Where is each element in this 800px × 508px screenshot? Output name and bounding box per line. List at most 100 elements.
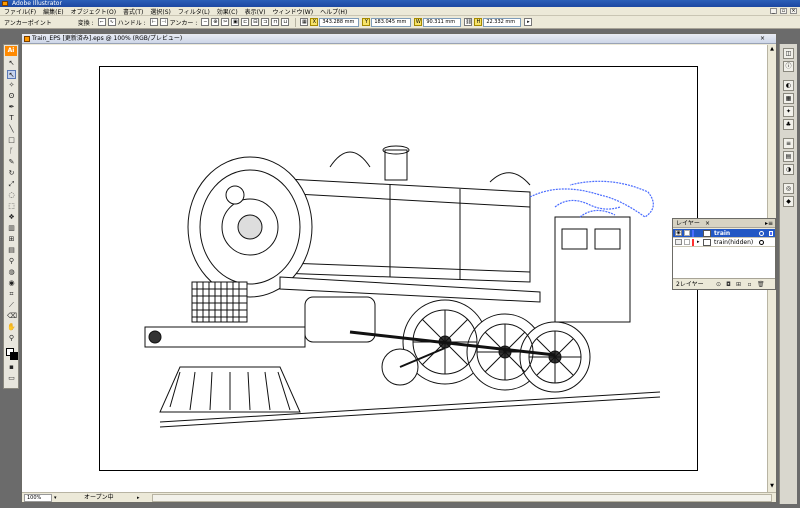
- layer-row[interactable]: ▸ train(hidden): [673, 238, 775, 247]
- convert-smooth-icon[interactable]: ∿: [107, 18, 116, 26]
- layers-tab-label[interactable]: レイヤー: [676, 220, 700, 227]
- type-tool-icon[interactable]: T: [7, 114, 16, 123]
- symbol-sprayer-tool-icon[interactable]: ❖: [7, 213, 16, 222]
- scroll-up-icon[interactable]: ▲: [769, 46, 775, 52]
- zoom-field[interactable]: 100%: [24, 494, 52, 502]
- align-center-icon[interactable]: ⊟: [251, 18, 260, 26]
- convert-corner-icon[interactable]: ⌐: [97, 18, 106, 26]
- lasso-tool-icon[interactable]: ʘ: [7, 92, 16, 101]
- layers-panel-header[interactable]: レイヤー: [673, 219, 775, 228]
- eraser-tool-icon[interactable]: ⌫: [7, 312, 17, 321]
- document-close-icon[interactable]: ×: [760, 34, 765, 44]
- menu-select[interactable]: 選択(S): [150, 7, 171, 16]
- scale-tool-icon[interactable]: ⤢: [7, 180, 16, 189]
- column-graph-tool-icon[interactable]: ▥: [7, 224, 16, 233]
- selection-tool-icon[interactable]: ↖: [7, 59, 16, 68]
- gradient-panel-icon[interactable]: ▤: [783, 151, 794, 162]
- reference-point-icon[interactable]: ▦: [300, 18, 309, 26]
- graphic-styles-panel-icon[interactable]: ◆: [783, 196, 794, 207]
- menu-help[interactable]: ヘルプ(H): [320, 7, 347, 16]
- lock-toggle[interactable]: [684, 230, 690, 236]
- delete-layer-icon[interactable]: 🗑: [757, 281, 765, 288]
- mesh-tool-icon[interactable]: ⊞: [7, 235, 16, 244]
- paintbrush-tool-icon[interactable]: ᚪ: [7, 147, 16, 156]
- eyedropper-tool-icon[interactable]: ⚲: [7, 257, 16, 266]
- magic-wand-tool-icon[interactable]: ✧: [7, 81, 16, 90]
- new-sublayer-icon[interactable]: ⊞: [735, 281, 742, 288]
- color-mode-icon[interactable]: ▪: [7, 363, 16, 372]
- expand-triangle-icon[interactable]: ▸: [697, 238, 700, 247]
- free-transform-tool-icon[interactable]: ⬚: [7, 202, 16, 211]
- hand-tool-icon[interactable]: ✋: [7, 323, 16, 332]
- brushes-panel-icon[interactable]: ✦: [783, 106, 794, 117]
- layers-close-icon[interactable]: ×: [705, 219, 710, 228]
- layer-target-icon[interactable]: [759, 231, 764, 236]
- warp-tool-icon[interactable]: ◌: [7, 191, 16, 200]
- document-tab[interactable]: Train_EPS [更新済み].eps @ 100% (RGB/プレビュー) …: [22, 34, 776, 44]
- status-menu-icon[interactable]: ▸: [137, 494, 140, 503]
- gradient-tool-icon[interactable]: ▤: [7, 246, 16, 255]
- canvas[interactable]: [22, 45, 767, 492]
- new-layer-icon[interactable]: ▫: [746, 281, 753, 288]
- h-field[interactable]: 22.332 mm: [483, 17, 522, 27]
- constrain-link-icon[interactable]: ⛓: [464, 18, 473, 26]
- screen-mode-icon[interactable]: ▭: [7, 374, 16, 383]
- info-panel-icon[interactable]: ⓘ: [783, 61, 794, 72]
- direct-selection-tool-icon[interactable]: ↖: [7, 70, 16, 79]
- layer-target-icon[interactable]: [759, 240, 764, 245]
- remove-anchor-icon[interactable]: −: [201, 18, 210, 26]
- lock-toggle[interactable]: [684, 239, 690, 245]
- live-paint-tool-icon[interactable]: ◉: [7, 279, 16, 288]
- visibility-eye-icon[interactable]: ◉: [675, 230, 682, 236]
- symbols-panel-icon[interactable]: ♣: [783, 119, 794, 130]
- close-icon[interactable]: ×: [790, 8, 797, 14]
- cut-path-icon[interactable]: ✂: [221, 18, 230, 26]
- align-bottom-icon[interactable]: ⊔: [281, 18, 290, 26]
- menu-filter[interactable]: フィルタ(L): [178, 7, 210, 16]
- line-tool-icon[interactable]: ╲: [7, 125, 16, 134]
- stroke-panel-icon[interactable]: ≡: [783, 138, 794, 149]
- zoom-tool-icon[interactable]: ⚲: [7, 334, 16, 343]
- show-handles-icon[interactable]: ⊢: [149, 18, 158, 26]
- rotate-tool-icon[interactable]: ↻: [7, 169, 16, 178]
- horizontal-scrollbar[interactable]: [152, 494, 772, 502]
- blend-tool-icon[interactable]: ◍: [7, 268, 16, 277]
- stroke-color-swatch[interactable]: [10, 352, 18, 360]
- menu-edit[interactable]: 編集(E): [43, 7, 63, 16]
- menu-window[interactable]: ウィンドウ(W): [272, 7, 313, 16]
- menu-view[interactable]: 表示(V): [245, 7, 266, 16]
- navigator-panel-icon[interactable]: ◫: [783, 48, 794, 59]
- isolate-icon[interactable]: ▣: [231, 18, 240, 26]
- y-field[interactable]: 183.045 mm: [371, 17, 412, 27]
- restore-icon[interactable]: ▫: [780, 8, 787, 14]
- transparency-panel-icon[interactable]: ◑: [783, 164, 794, 175]
- menu-file[interactable]: ファイル(F): [4, 7, 36, 16]
- menu-effect[interactable]: 効果(C): [217, 7, 238, 16]
- slice-tool-icon[interactable]: ⟋: [7, 301, 16, 310]
- layer-row[interactable]: ◉ train: [673, 229, 775, 238]
- swatches-panel-icon[interactable]: ▦: [783, 93, 794, 104]
- menu-object[interactable]: オブジェクト(O): [71, 7, 116, 16]
- crop-area-tool-icon[interactable]: ⌗: [7, 290, 16, 299]
- w-field[interactable]: 90.311 mm: [423, 17, 462, 27]
- minimize-icon[interactable]: _: [770, 8, 777, 14]
- scroll-down-icon[interactable]: ▼: [769, 483, 775, 489]
- zoom-dropdown-icon[interactable]: ▾: [54, 494, 57, 503]
- align-right-icon[interactable]: ⊐: [261, 18, 270, 26]
- x-field[interactable]: 343.288 mm: [319, 17, 360, 27]
- rectangle-tool-icon[interactable]: □: [7, 136, 16, 145]
- pencil-tool-icon[interactable]: ✎: [7, 158, 16, 167]
- visibility-eye-icon[interactable]: [675, 239, 682, 245]
- appearance-panel-icon[interactable]: ◎: [783, 183, 794, 194]
- clipping-mask-icon[interactable]: ◘: [725, 281, 732, 288]
- hide-handles-icon[interactable]: ⊣: [159, 18, 168, 26]
- color-panel-icon[interactable]: ◐: [783, 80, 794, 91]
- align-left-icon[interactable]: ⊏: [241, 18, 250, 26]
- pen-tool-icon[interactable]: ✒: [7, 103, 16, 112]
- align-top-icon[interactable]: ⊓: [271, 18, 280, 26]
- locate-object-icon[interactable]: ⊙: [715, 281, 722, 288]
- connect-anchor-icon[interactable]: ⊕: [211, 18, 220, 26]
- menu-type[interactable]: 書式(T): [123, 7, 143, 16]
- transform-options-icon[interactable]: ▸: [524, 18, 533, 26]
- panel-menu-icon[interactable]: ▸≡: [765, 220, 773, 227]
